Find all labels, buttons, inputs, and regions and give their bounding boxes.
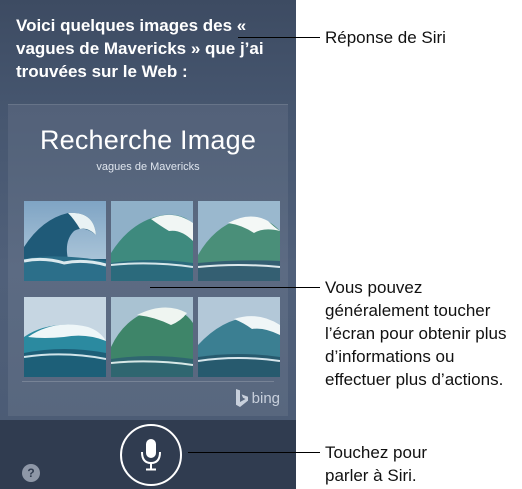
bing-label: bing bbox=[251, 389, 280, 407]
callout-line-response bbox=[238, 37, 320, 38]
wave-image-6[interactable] bbox=[198, 297, 280, 377]
help-button[interactable]: ? bbox=[22, 464, 40, 482]
card-subtitle: vagues de Mavericks bbox=[96, 161, 200, 173]
siri-response-text: Voici quelques images des « vagues de Ma… bbox=[16, 16, 264, 81]
wave-image-2[interactable] bbox=[111, 201, 193, 281]
siri-screen: Voici quelques images des « vagues de Ma… bbox=[0, 0, 296, 489]
callout-response: Réponse de Siri bbox=[325, 28, 446, 47]
image-search-card[interactable]: Recherche Image vagues de Mavericks bing bbox=[8, 104, 288, 416]
callout-line-tap-mic bbox=[188, 452, 320, 453]
wave-image-3[interactable] bbox=[198, 201, 280, 281]
callout-tap-mic: Touchez pour parler à Siri. bbox=[325, 443, 428, 485]
bing-attribution[interactable]: bing bbox=[235, 387, 280, 409]
bing-logo-icon bbox=[235, 389, 248, 407]
callout-tap-screen: Vous pouvez généralement toucher l’écran… bbox=[325, 278, 507, 389]
image-grid bbox=[24, 201, 280, 377]
card-divider bbox=[22, 381, 274, 382]
wave-image-1[interactable] bbox=[24, 201, 106, 281]
microphone-button[interactable] bbox=[120, 424, 182, 486]
card-title: Recherche Image bbox=[39, 125, 257, 155]
wave-image-5[interactable] bbox=[111, 297, 193, 377]
microphone-icon bbox=[141, 439, 161, 471]
wave-image-4[interactable] bbox=[24, 297, 106, 377]
callout-line-tap-screen bbox=[150, 287, 320, 288]
